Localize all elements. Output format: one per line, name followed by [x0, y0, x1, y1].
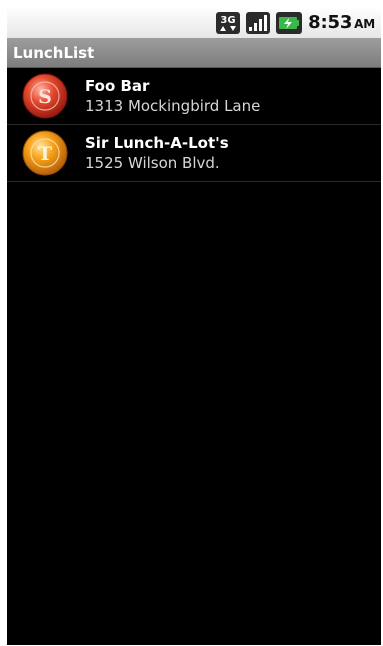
type-letter: S	[38, 86, 52, 108]
list-item[interactable]: T Sir Lunch-A-Lot's 1525 Wilson Blvd.	[7, 125, 381, 182]
signal-strength-icon	[246, 11, 271, 34]
list-item[interactable]: S Foo Bar 1313 Mockingbird Lane	[7, 68, 381, 125]
clock-time: 8:53	[308, 12, 353, 33]
clock: 8:53 AM	[308, 12, 375, 33]
phone-screen: 3G 8:53 AM LunchList S Foo Bar 1313 Mock…	[7, 7, 381, 645]
restaurant-address: 1313 Mockingbird Lane	[85, 96, 261, 115]
clock-ampm: AM	[354, 17, 375, 31]
restaurant-name: Sir Lunch-A-Lot's	[85, 133, 229, 152]
app-title-bar: LunchList	[7, 38, 381, 68]
status-bar: 3G 8:53 AM	[7, 7, 381, 38]
3g-data-icon: 3G	[216, 11, 241, 34]
restaurant-list: S Foo Bar 1313 Mockingbird Lane T Sir Lu…	[7, 68, 381, 182]
restaurant-text: Sir Lunch-A-Lot's 1525 Wilson Blvd.	[85, 133, 229, 174]
type-letter: T	[38, 143, 52, 165]
take-out-restaurant-icon: T	[22, 130, 68, 176]
restaurant-address: 1525 Wilson Blvd.	[85, 153, 220, 172]
battery-charging-icon	[276, 11, 303, 34]
restaurant-text: Foo Bar 1313 Mockingbird Lane	[85, 76, 260, 117]
sit-down-restaurant-icon: S	[22, 73, 68, 119]
restaurant-name: Foo Bar	[85, 76, 150, 95]
network-label: 3G	[221, 15, 236, 26]
app-title: LunchList	[13, 43, 95, 62]
